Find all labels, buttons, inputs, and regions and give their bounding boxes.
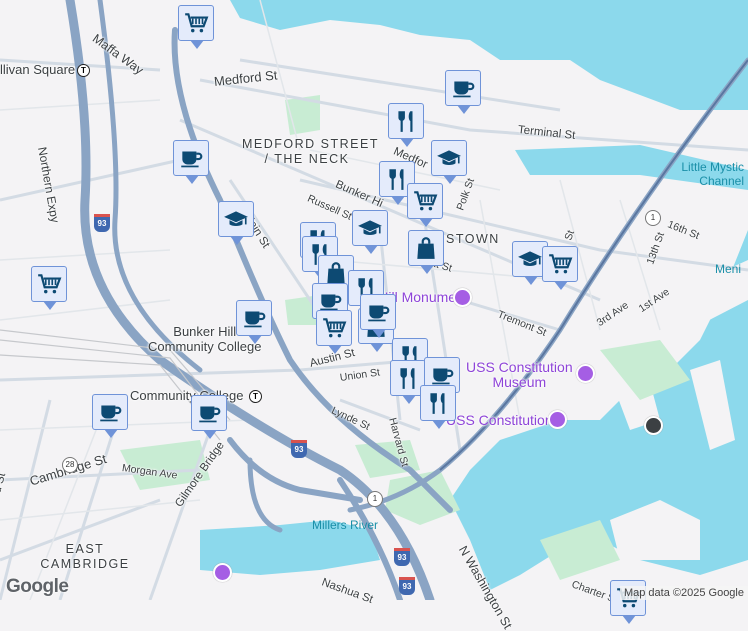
i93-shield-icon: 93	[291, 440, 307, 458]
water-label-millers-river: Millers River	[312, 518, 378, 532]
mystic-river-water	[230, 0, 748, 110]
graduation-cap-icon	[517, 246, 543, 272]
graduation-cap-icon	[357, 215, 383, 241]
place-label-sullivan-square: llivan Square	[0, 62, 75, 77]
map-marker-restaurant[interactable]	[388, 103, 424, 139]
map-marker-restaurant[interactable]	[420, 385, 456, 421]
map-marker-coffee[interactable]	[445, 70, 481, 106]
shopping-cart-icon	[36, 271, 62, 297]
water-label-little-mystic-channel: Little Mystic Channel	[668, 160, 744, 188]
us1-shield-icon: 1	[367, 491, 383, 507]
t-station-icon: T	[77, 64, 90, 77]
map-marker-graduation-cap[interactable]	[218, 201, 254, 237]
museum-icon[interactable]	[548, 410, 567, 429]
graduation-cap-icon	[436, 145, 462, 171]
neighborhood-line-1: MEDFORD STREET	[242, 137, 372, 152]
shopping-cart-icon	[321, 315, 347, 341]
coffee-icon	[196, 400, 222, 426]
map-marker-graduation-cap[interactable]	[352, 210, 388, 246]
shopping-cart-icon	[547, 251, 573, 277]
us1-shield-icon: 1	[645, 210, 661, 226]
shopping-bag-icon	[413, 235, 439, 261]
neighborhood-line-2: / THE NECK	[242, 152, 372, 167]
college-line-2: Community College	[148, 339, 261, 354]
neighborhood-label-charlestown: STOWN	[446, 232, 500, 247]
map-marker-shopping-cart[interactable]	[542, 246, 578, 282]
rt28-shield-icon: 28	[62, 457, 78, 473]
map-marker-graduation-cap[interactable]	[431, 140, 467, 176]
i93-shield-icon: 93	[94, 214, 110, 232]
restaurant-icon	[395, 365, 421, 391]
map-marker-coffee[interactable]	[173, 140, 209, 176]
map-attribution[interactable]: Map data ©2025 Google	[620, 586, 748, 600]
map-marker-shopping-bag[interactable]	[408, 230, 444, 266]
restaurant-icon	[393, 108, 419, 134]
museum-icon[interactable]	[576, 364, 595, 383]
poi-label-uss-constitution-museum[interactable]: USS Constitution Museum	[466, 360, 573, 390]
monument-icon[interactable]	[453, 288, 472, 307]
neighborhood-label: MEDFORD STREET / THE NECK	[242, 137, 372, 167]
graduation-cap-icon	[223, 206, 249, 232]
east-cambridge-line-2: CAMBRIDGE	[40, 557, 130, 572]
coffee-icon	[365, 299, 391, 325]
restaurant-icon	[425, 390, 451, 416]
water-label-line-1: Little Mystic	[668, 160, 744, 174]
neighborhood-label-east-cambridge: EAST CAMBRIDGE	[40, 542, 130, 572]
map-marker-coffee[interactable]	[92, 394, 128, 430]
museum-line-1: USS Constitution	[466, 360, 573, 375]
map-marker-coffee[interactable]	[360, 294, 396, 330]
museum-icon[interactable]	[213, 563, 232, 582]
coffee-icon	[178, 145, 204, 171]
i93-shield-icon: 93	[399, 577, 415, 595]
coffee-icon	[97, 399, 123, 425]
map-marker-coffee[interactable]	[236, 300, 272, 336]
poi-label-uss-constitution[interactable]: USS Constitution	[446, 413, 553, 428]
t-station-icon: T	[249, 390, 262, 403]
ferry-icon[interactable]	[644, 416, 663, 435]
i93-shield-icon: 93	[394, 548, 410, 566]
map-marker-shopping-cart[interactable]	[407, 183, 443, 219]
shopping-cart-icon	[183, 10, 209, 36]
museum-line-2: Museum	[466, 375, 573, 390]
shopping-cart-icon	[412, 188, 438, 214]
water-label-line-2: Channel	[668, 174, 744, 188]
map-marker-shopping-cart[interactable]	[178, 5, 214, 41]
google-logo: Google	[6, 576, 68, 598]
coffee-icon	[450, 75, 476, 101]
map-marker-shopping-cart[interactable]	[316, 310, 352, 346]
map-marker-shopping-cart[interactable]	[31, 266, 67, 302]
east-cambridge-line-1: EAST	[40, 542, 130, 557]
water-label-meni: Meni	[715, 262, 741, 276]
coffee-icon	[241, 305, 267, 331]
map-marker-coffee[interactable]	[191, 395, 227, 431]
